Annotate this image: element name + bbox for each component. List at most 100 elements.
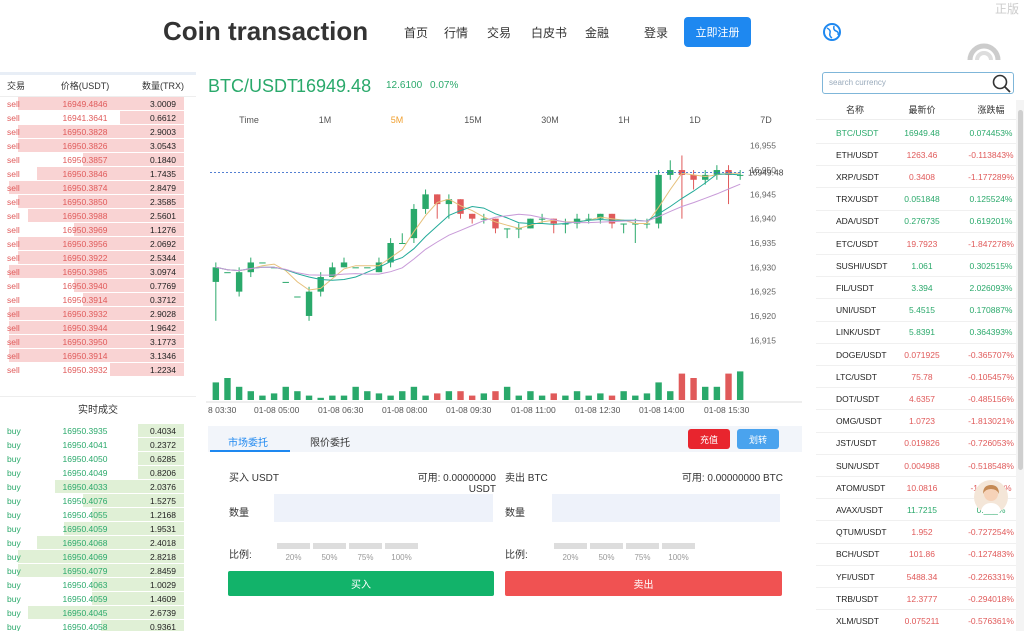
sell-row[interactable]: sell 16950.3914 3.1346 xyxy=(0,349,196,363)
sell-row[interactable]: sell 16950.3846 1.7435 xyxy=(0,167,196,181)
sell-row[interactable]: sell 16950.3932 1.2234 xyxy=(0,363,196,377)
sell-row[interactable]: sell 16950.3914 0.3712 xyxy=(0,293,196,307)
sell-row[interactable]: sell 16950.3828 2.9003 xyxy=(0,125,196,139)
buy-row[interactable]: buy 16950.3935 0.4034 xyxy=(0,424,196,438)
sell-row[interactable]: sell 16950.3850 2.3585 xyxy=(0,195,196,209)
sell-row[interactable]: sell 16950.3969 1.1276 xyxy=(0,223,196,237)
buy-button[interactable]: 买入 xyxy=(228,571,494,596)
sell-row[interactable]: sell 16950.3988 2.5601 xyxy=(0,209,196,223)
sell-row[interactable]: sell 16950.3940 0.7769 xyxy=(0,279,196,293)
sell-ratio-50-bar[interactable] xyxy=(590,543,623,549)
sell-row[interactable]: sell 16950.3857 0.1840 xyxy=(0,153,196,167)
buy-ratio-20-label: 20% xyxy=(285,553,302,562)
timeframe-7d[interactable]: 7D xyxy=(760,115,772,125)
market-row[interactable]: QTUM/USDT 1.952 -0.727254% xyxy=(816,522,1024,544)
sell-row[interactable]: sell 16950.3956 2.0692 xyxy=(0,237,196,251)
globe-icon[interactable] xyxy=(822,22,842,42)
sell-qty-input[interactable] xyxy=(552,494,780,522)
market-row[interactable]: LINK/USDT 5.8391 0.364393% xyxy=(816,322,1024,344)
nav-finance[interactable]: 金融 xyxy=(585,24,609,41)
order-price: 16950.4076 xyxy=(62,495,108,506)
market-row[interactable]: ETH/USDT 1263.46 -0.113843% xyxy=(816,144,1024,167)
sell-row[interactable]: sell 16950.3826 3.0543 xyxy=(0,139,196,153)
market-row[interactable]: JST/USDT 0.019826 -0.726053% xyxy=(816,433,1024,455)
buy-row[interactable]: buy 16950.4058 0.9361 xyxy=(0,620,196,631)
candlestick-chart[interactable]: 16,95516,95016,94516,94016,93516,93016,9… xyxy=(206,128,806,420)
timeframe-15m[interactable]: 15M xyxy=(464,115,482,125)
tab-market-order[interactable]: 市场委托 xyxy=(228,434,268,449)
market-row[interactable]: XRP/USDT 0.3408 -1.177289% xyxy=(816,166,1024,189)
sell-row[interactable]: sell 16950.3950 3.1773 xyxy=(0,335,196,349)
login-link[interactable]: 登录 xyxy=(644,24,668,41)
buy-row[interactable]: buy 16950.4055 1.2168 xyxy=(0,508,196,522)
market-row[interactable]: DOGE/USDT 0.071925 -0.365707% xyxy=(816,344,1024,366)
market-row[interactable]: YFI/USDT 5488.34 -0.226331% xyxy=(816,566,1024,588)
buy-row[interactable]: buy 16950.4041 0.2372 xyxy=(0,438,196,452)
timeframe-1m[interactable]: 1M xyxy=(319,115,332,125)
market-row[interactable]: DOT/USDT 4.6357 -0.485156% xyxy=(816,388,1024,411)
market-row[interactable]: XLM/USDT 0.075211 -0.576361% xyxy=(816,610,1024,631)
buy-row[interactable]: buy 16950.4063 1.0029 xyxy=(0,578,196,592)
buy-row[interactable]: buy 16950.4069 2.8218 xyxy=(0,550,196,564)
sell-row[interactable]: sell 16941.3641 0.6612 xyxy=(0,111,196,125)
sell-ratio-label: 比例: xyxy=(505,550,528,561)
nav-whitepaper[interactable]: 白皮书 xyxy=(531,24,567,41)
sell-row[interactable]: sell 16950.3874 2.8479 xyxy=(0,181,196,195)
buy-row[interactable]: buy 16950.4049 0.8206 xyxy=(0,466,196,480)
search-input[interactable]: search currency xyxy=(822,72,1014,94)
transfer-button[interactable]: 划转 xyxy=(737,429,779,449)
market-row[interactable]: BCH/USDT 101.86 -0.127483% xyxy=(816,544,1024,566)
sell-row[interactable]: sell 16950.3944 1.9642 xyxy=(0,321,196,335)
market-row[interactable]: LTC/USDT 75.78 -0.105457% xyxy=(816,366,1024,389)
buy-ratio-50-bar[interactable] xyxy=(313,543,346,549)
nav-market[interactable]: 行情 xyxy=(444,24,468,41)
buy-row[interactable]: buy 16950.4059 1.4609 xyxy=(0,592,196,606)
tab-limit-order[interactable]: 限价委托 xyxy=(310,434,350,449)
deposit-button[interactable]: 充值 xyxy=(688,429,730,449)
market-row[interactable]: BTC/USDT 16949.48 0.074453% xyxy=(816,122,1024,144)
nav-home[interactable]: 首页 xyxy=(404,24,428,41)
sell-ratio-50-label: 50% xyxy=(598,553,615,562)
register-button[interactable]: 立即注册 xyxy=(684,17,751,47)
buy-ratio-75-bar[interactable] xyxy=(349,543,382,549)
market-row[interactable]: ADA/USDT 0.276735 0.619201% xyxy=(816,211,1024,233)
buy-row[interactable]: buy 16950.4050 0.6285 xyxy=(0,452,196,466)
sell-ratio-75-bar[interactable] xyxy=(626,543,659,549)
market-row[interactable]: ETC/USDT 19.7923 -1.847278% xyxy=(816,233,1024,255)
buy-row[interactable]: buy 16950.4033 2.0376 xyxy=(0,480,196,494)
market-row[interactable]: TRX/USDT 0.051848 0.125524% xyxy=(816,189,1024,211)
order-qty: 2.8479 xyxy=(150,182,176,193)
market-row[interactable]: FIL/USDT 3.394 2.026093% xyxy=(816,277,1024,300)
market-row[interactable]: UNI/USDT 5.4515 0.170887% xyxy=(816,300,1024,322)
sell-row[interactable]: sell 16950.3985 3.0974 xyxy=(0,265,196,279)
sell-row[interactable]: sell 16950.3922 2.5344 xyxy=(0,251,196,265)
buy-row[interactable]: buy 16950.4076 1.5275 xyxy=(0,494,196,508)
scrollbar-thumb[interactable] xyxy=(1018,110,1023,470)
market-row[interactable]: OMG/USDT 1.0723 -1.813021% xyxy=(816,411,1024,433)
sell-row[interactable]: sell 16949.4846 3.0009 xyxy=(0,97,196,111)
volume-bar xyxy=(713,386,721,400)
buy-ratio-100-bar[interactable] xyxy=(385,543,418,549)
nav-trade[interactable]: 交易 xyxy=(487,24,511,41)
buy-qty-input[interactable] xyxy=(274,494,493,522)
sell-ratio-100-bar[interactable] xyxy=(662,543,695,549)
sell-button[interactable]: 卖出 xyxy=(505,571,782,596)
buy-row[interactable]: buy 16950.4045 2.6739 xyxy=(0,606,196,620)
timeframe-1h[interactable]: 1H xyxy=(618,115,630,125)
timeframe-30m[interactable]: 30M xyxy=(541,115,559,125)
support-avatar[interactable] xyxy=(974,480,1008,514)
sell-ratio-20-bar[interactable] xyxy=(554,543,587,549)
market-row[interactable]: SUN/USDT 0.004988 -0.518548% xyxy=(816,455,1024,477)
volume-bar xyxy=(329,395,336,400)
market-row[interactable]: SUSHI/USDT 1.061 0.302515% xyxy=(816,255,1024,278)
search-icon[interactable] xyxy=(992,74,1012,94)
buy-row[interactable]: buy 16950.4059 1.9531 xyxy=(0,522,196,536)
buy-row[interactable]: buy 16950.4079 2.8459 xyxy=(0,564,196,578)
buy-row[interactable]: buy 16950.4068 2.4018 xyxy=(0,536,196,550)
market-row[interactable]: TRB/USDT 12.3777 -0.294018% xyxy=(816,588,1024,611)
buy-ratio-20-bar[interactable] xyxy=(277,543,310,549)
sell-row[interactable]: sell 16950.3932 2.9028 xyxy=(0,307,196,321)
timeframe-time[interactable]: Time xyxy=(239,115,259,125)
timeframe-5m[interactable]: 5M xyxy=(391,115,404,125)
timeframe-1d[interactable]: 1D xyxy=(689,115,701,125)
